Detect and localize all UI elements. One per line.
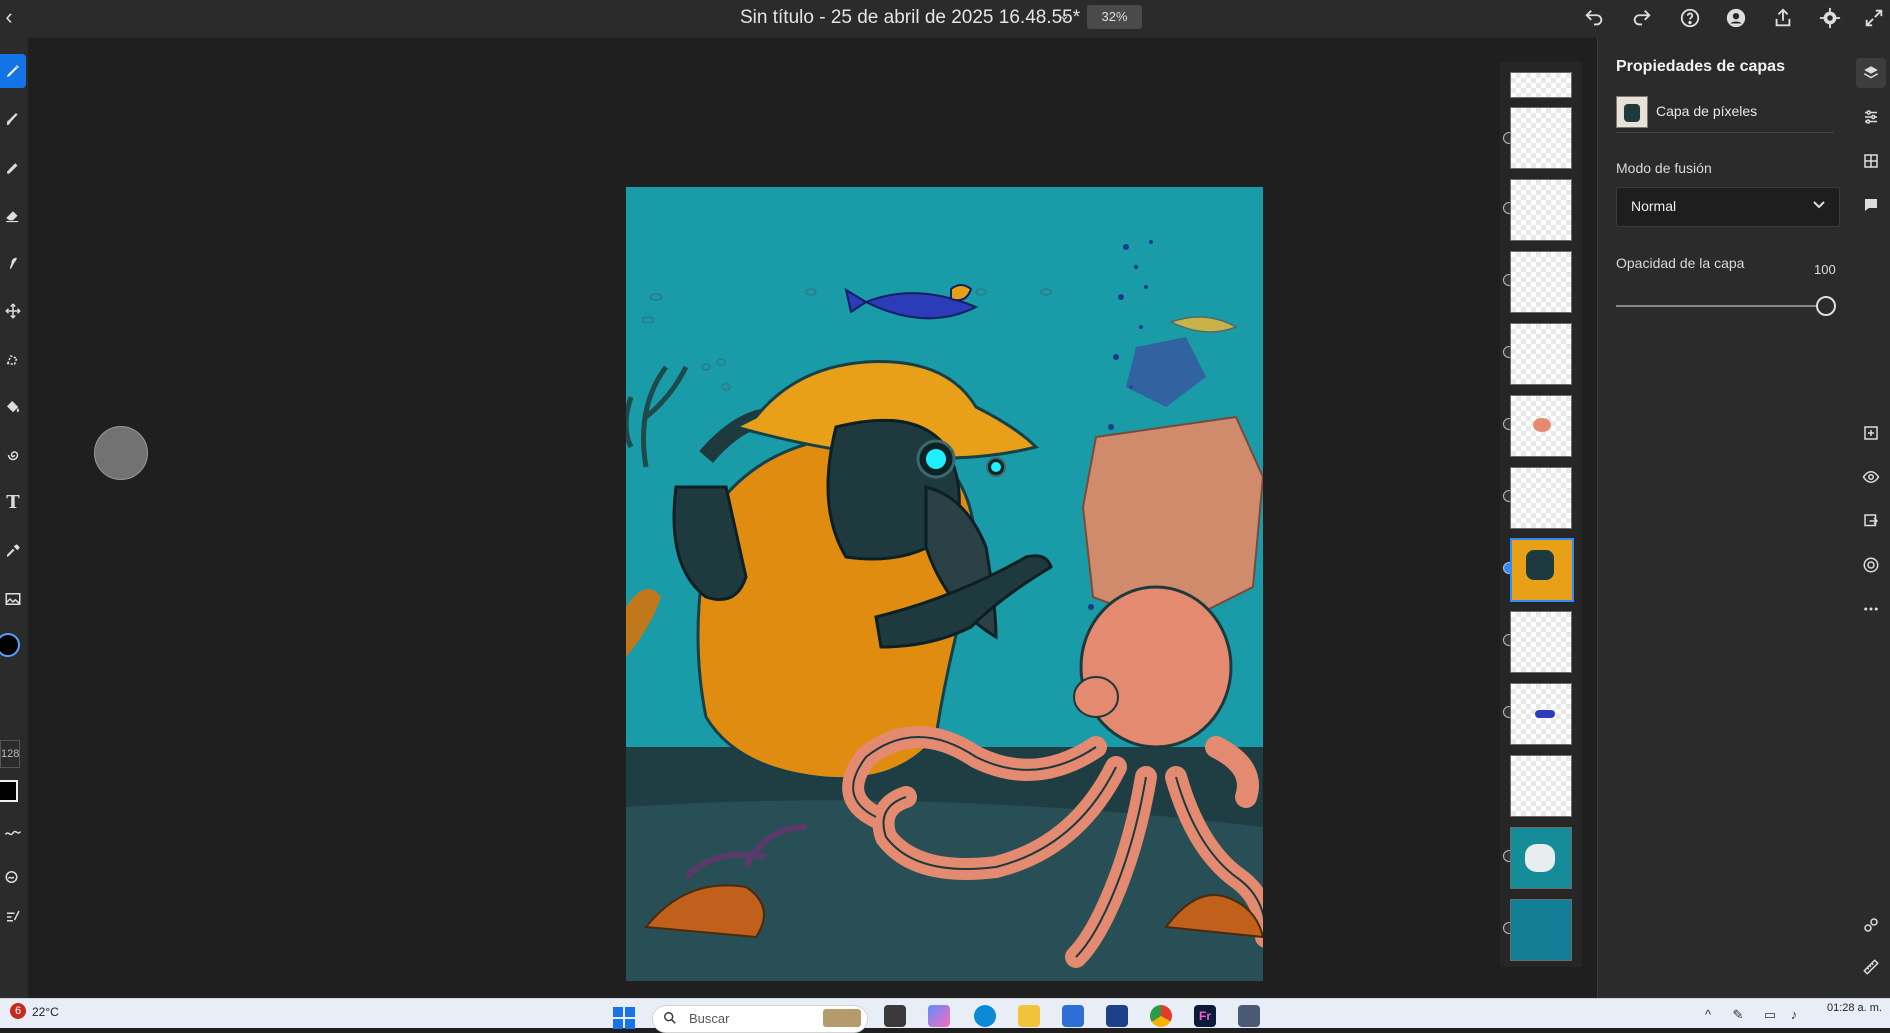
layer-thumbnail[interactable] <box>1510 323 1572 385</box>
store-icon[interactable] <box>1062 1005 1084 1027</box>
current-layer-row[interactable]: Capa de píxeles <box>1616 94 1834 133</box>
layer-thumbnail[interactable] <box>1510 107 1572 169</box>
layers-thumbnail-strip <box>1500 62 1582 967</box>
layer-thumbnail[interactable] <box>1510 755 1572 817</box>
layer-thumbnail[interactable] <box>1510 251 1572 313</box>
layer-properties-panel: Propiedades de capas Capa de píxeles Mod… <box>1597 38 1852 998</box>
search-icon <box>664 1012 676 1024</box>
layer-thumbnail[interactable] <box>1510 683 1572 745</box>
layer-thumbnail[interactable] <box>1510 899 1572 961</box>
file-explorer-icon[interactable] <box>1018 1005 1040 1027</box>
smudge-icon[interactable] <box>0 246 26 280</box>
brush-stroke-icon[interactable] <box>0 816 26 850</box>
search-placeholder: Buscar <box>689 1011 730 1026</box>
layer-name: Capa de píxeles <box>1656 103 1758 119</box>
tools-toolbar: T 128 <box>0 38 28 998</box>
layer-thumbnail[interactable] <box>1510 395 1572 457</box>
right-rail <box>1852 38 1890 998</box>
redo-icon[interactable] <box>1628 4 1656 32</box>
help-icon[interactable] <box>1676 4 1704 32</box>
notes-icon[interactable] <box>1106 1005 1128 1027</box>
fill-icon[interactable] <box>0 390 26 424</box>
add-layer-icon[interactable] <box>1856 418 1886 448</box>
zoom-level[interactable]: 32% <box>1087 5 1142 29</box>
move-icon[interactable] <box>0 294 26 328</box>
expand-icon[interactable] <box>1860 4 1888 32</box>
weather-temp[interactable]: 22°C <box>32 1005 59 1019</box>
color-square-swatch[interactable] <box>0 774 26 808</box>
primary-color-swatch[interactable] <box>0 628 26 662</box>
panel-title: Propiedades de capas <box>1616 58 1785 75</box>
layer-thumbnail[interactable] <box>1510 611 1572 673</box>
blend-icon[interactable] <box>1856 550 1886 580</box>
calendar-app-icon[interactable] <box>1238 1005 1260 1027</box>
task-view-icon[interactable] <box>884 1005 906 1027</box>
layer-thumbnail[interactable] <box>1510 827 1572 889</box>
layers-icon[interactable] <box>1856 58 1886 88</box>
selection-icon[interactable] <box>0 342 26 376</box>
brush-settings-icon[interactable] <box>0 900 26 934</box>
volume-icon[interactable]: ♪ <box>1786 1008 1802 1022</box>
pen-icon[interactable]: ✎ <box>1730 1008 1746 1022</box>
eyedropper-icon[interactable] <box>0 534 26 568</box>
layer-thumbnail[interactable] <box>1510 467 1572 529</box>
eraser-icon[interactable] <box>0 198 26 232</box>
more-icon[interactable] <box>1856 594 1886 624</box>
taskbar-search[interactable]: Buscar <box>652 1005 868 1033</box>
account-icon[interactable] <box>1722 4 1750 32</box>
paint-brush-icon[interactable] <box>0 54 26 88</box>
brush-size-field[interactable]: 128 <box>0 740 20 768</box>
top-bar: ‹ Sin título - 25 de abril de 2025 16.48… <box>0 0 1890 38</box>
chevron-down-icon[interactable]: ⌄ <box>1058 6 1071 24</box>
blend-mode-value: Normal <box>1631 198 1677 214</box>
chevron-down-icon <box>1813 201 1825 209</box>
image-icon[interactable] <box>0 582 26 616</box>
liquify-icon[interactable] <box>0 438 26 472</box>
clock[interactable]: 01:28 a. m. <box>1822 1002 1882 1014</box>
ruler-icon[interactable] <box>1856 952 1886 982</box>
slider-knob[interactable] <box>1816 296 1836 316</box>
blend-mode-select[interactable]: Normal <box>1616 187 1840 227</box>
layer-thumbnail-selected[interactable] <box>1510 538 1574 602</box>
adjustments-icon[interactable] <box>1856 102 1886 132</box>
mixer-brush-icon[interactable] <box>0 150 26 184</box>
back-button[interactable]: ‹ <box>0 4 18 30</box>
display-icon[interactable]: ▭ <box>1762 1008 1778 1022</box>
smoothing-icon[interactable] <box>0 860 26 894</box>
slider-track <box>1616 305 1826 307</box>
layer-thumbnail[interactable] <box>1510 179 1572 241</box>
text-icon[interactable]: T <box>0 486 26 520</box>
copilot-icon[interactable] <box>928 1005 950 1027</box>
fresco-icon[interactable]: Fr <box>1194 1005 1216 1027</box>
grid-icon[interactable] <box>1856 146 1886 176</box>
chrome-icon[interactable] <box>1150 1005 1172 1027</box>
weather-badge[interactable]: 6 <box>10 1003 26 1019</box>
blend-mode-label: Modo de fusión <box>1616 160 1712 176</box>
artwork-canvas[interactable] <box>626 187 1263 981</box>
settings-icon[interactable] <box>1816 4 1844 32</box>
search-highlight-image <box>823 1009 861 1027</box>
document-title[interactable]: Sin título - 25 de abril de 2025 16.48.5… <box>740 7 1080 29</box>
layer-thumbnail[interactable] <box>1510 72 1572 98</box>
visibility-icon[interactable] <box>1856 462 1886 492</box>
share-icon[interactable] <box>1769 4 1797 32</box>
shapes-icon[interactable] <box>1856 910 1886 940</box>
undo-icon[interactable] <box>1580 4 1608 32</box>
opacity-value[interactable]: 100 <box>1814 262 1836 277</box>
chevron-up-icon[interactable]: ^ <box>1700 1008 1716 1022</box>
opacity-slider[interactable] <box>1616 296 1838 316</box>
merge-icon[interactable] <box>1856 506 1886 536</box>
layer-thumbnail <box>1616 96 1648 128</box>
comment-icon[interactable] <box>1856 190 1886 220</box>
brush-cursor <box>94 426 148 480</box>
windows-taskbar: 6 22°C Buscar Fr ^ ✎ ▭ ♪ 01:28 a. m. <box>0 998 1890 1033</box>
windows-logo-icon[interactable] <box>613 1007 635 1029</box>
brush-icon[interactable] <box>0 102 26 136</box>
opacity-label: Opacidad de la capa <box>1616 255 1745 271</box>
edge-icon[interactable] <box>974 1005 996 1027</box>
